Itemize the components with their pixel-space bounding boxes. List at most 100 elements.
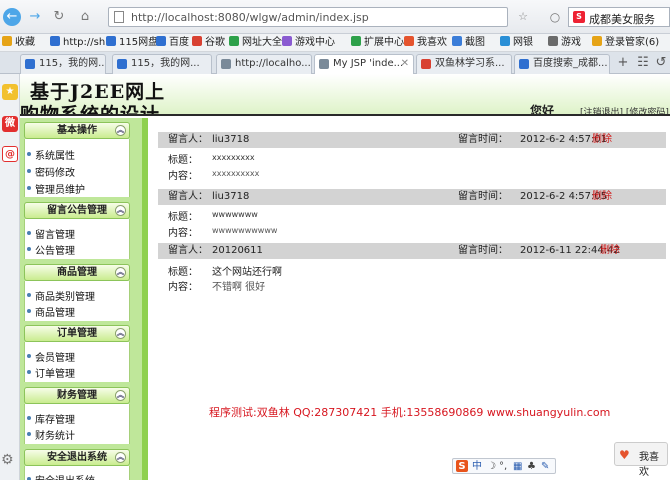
menu-section-messages[interactable]: 留言公告管理 ︽: [24, 202, 130, 219]
menu-section-orders[interactable]: 订单管理 ︽: [24, 325, 130, 342]
mail-icon[interactable]: @: [2, 146, 18, 162]
delete-link[interactable]: 删除: [592, 189, 612, 205]
browser-tab[interactable]: 115，我的网...: [20, 54, 106, 74]
menu-item-logout[interactable]: 安全退出系统: [27, 472, 95, 480]
menu-item-notice-mgmt[interactable]: 公告管理: [27, 242, 75, 257]
address-bar[interactable]: http://localhost:8080/wlgw/admin/index.j…: [108, 7, 508, 27]
menu-section-logout[interactable]: 安全退出系统 ︽: [24, 449, 130, 466]
message-author: 20120611: [212, 245, 263, 256]
menu-section-finance[interactable]: 财务管理 ︽: [24, 387, 130, 404]
menu-body: 库存管理 财务统计: [24, 404, 130, 444]
menu-item-category-mgmt[interactable]: 商品类别管理: [27, 288, 95, 303]
collapse-icon[interactable]: ︽: [115, 205, 126, 216]
menu-item-message-mgmt[interactable]: 留言管理: [27, 226, 75, 241]
bookmark-icon: [106, 36, 116, 46]
bookmark-item[interactable]: 扩展中心: [351, 36, 404, 50]
ime-toolbar[interactable]: S 中 ☽ °, ▦ ♣ ✎: [452, 458, 556, 474]
search-engine-icon: S: [573, 11, 585, 23]
shield-icon[interactable]: ○: [546, 8, 564, 26]
bookmark-item[interactable]: 收藏: [2, 36, 35, 50]
menu-section-basic[interactable]: 基本操作 ︽: [24, 122, 130, 139]
skin-icon[interactable]: ♣: [527, 460, 536, 473]
tab-close-icon[interactable]: ✕: [401, 55, 409, 73]
bookmark-item[interactable]: http://sh: [50, 36, 105, 50]
menu-body: 留言管理 公告管理: [24, 219, 130, 259]
browser-tab[interactable]: 双鱼林学习系...: [416, 54, 512, 74]
message-content: wwwwwwwwww: [212, 226, 278, 235]
menu-item-finance-stats[interactable]: 财务统计: [27, 427, 75, 442]
browser-tab[interactable]: http://localho...: [216, 54, 312, 74]
delete-link[interactable]: 删除: [600, 243, 620, 259]
bookmark-item[interactable]: 115网盘: [106, 36, 158, 50]
welcome-text: 您好: [530, 104, 555, 116]
search-box[interactable]: S 成都美女服务: [568, 7, 670, 27]
browser-tab[interactable]: 115，我的网...: [112, 54, 212, 74]
menu-item-product-mgmt[interactable]: 商品管理: [27, 304, 75, 319]
bookmark-icon: [282, 36, 292, 46]
gear-icon[interactable]: ⚙: [1, 452, 14, 468]
browser-nav-bar: ← → ↻ ⌂ http://localhost:8080/wlgw/admin…: [0, 0, 670, 34]
menu-body: 会员管理 订单管理: [24, 342, 130, 382]
back-icon[interactable]: ←: [3, 8, 21, 26]
bookmark-item[interactable]: 登录管家(6): [592, 36, 659, 50]
browser-tab[interactable]: 百度搜索_成都...: [514, 54, 610, 74]
bookmark-icon: [229, 36, 239, 46]
bookmark-item[interactable]: 网银: [500, 36, 533, 50]
collapse-icon[interactable]: ︽: [115, 125, 126, 136]
collapse-icon[interactable]: ︽: [115, 390, 126, 401]
browser-tab-active[interactable]: My JSP 'inde... ✕: [314, 54, 414, 75]
message-content: 不错啊 很好: [212, 282, 266, 293]
collapse-icon[interactable]: ︽: [115, 452, 126, 463]
bookmark-item[interactable]: 谷歌: [192, 36, 225, 50]
search-input[interactable]: 成都美女服务: [589, 11, 655, 27]
page-icon: [114, 11, 124, 23]
bookmark-item[interactable]: 游戏: [548, 36, 581, 50]
new-tab-icon[interactable]: +: [614, 54, 632, 72]
tab-list-icon[interactable]: ☷: [634, 54, 652, 72]
bookmark-item[interactable]: 百度: [156, 36, 189, 50]
home-icon[interactable]: ⌂: [76, 8, 94, 26]
bookmark-icon: [548, 36, 558, 46]
bookmark-item[interactable]: 我喜欢: [404, 36, 447, 50]
bookmark-item[interactable]: 游戏中心: [282, 36, 335, 50]
collapse-icon[interactable]: ︽: [115, 328, 126, 339]
moon-icon[interactable]: ☽: [487, 460, 496, 473]
keyboard-icon[interactable]: ▦: [513, 460, 522, 473]
footer-credit: 程序测试:双鱼林 QQ:287307421 手机:13558690869 www…: [209, 406, 611, 419]
like-button[interactable]: ♥ 我喜欢: [614, 442, 668, 478]
message-author: liu3718: [212, 134, 250, 145]
undo-close-icon[interactable]: ↺: [652, 54, 670, 72]
heart-icon: ♥: [619, 448, 630, 462]
collapse-icon[interactable]: ︽: [115, 267, 126, 278]
ime-mode[interactable]: 中: [472, 460, 482, 473]
menu-section-products[interactable]: 商品管理 ︽: [24, 264, 130, 281]
star-icon[interactable]: ☆: [514, 8, 532, 26]
header-links[interactable]: [注销退出] [修改密码]: [580, 105, 669, 114]
bookmark-item[interactable]: 网址大全: [229, 36, 282, 50]
menu-item-member-mgmt[interactable]: 会员管理: [27, 349, 75, 364]
bookmark-icon: [351, 36, 361, 46]
menu-item-admins[interactable]: 管理员维护: [27, 181, 85, 196]
like-label: 我喜欢: [639, 452, 659, 478]
forward-icon[interactable]: →: [26, 8, 44, 26]
menu-item-stock-mgmt[interactable]: 库存管理: [27, 411, 75, 426]
menu-item-system-props[interactable]: 系统属性: [27, 147, 75, 162]
menu-item-order-mgmt[interactable]: 订单管理: [27, 365, 75, 380]
menu-item-password[interactable]: 密码修改: [27, 164, 75, 179]
message-header: 留言人： liu3718 留言时间： 2012-6-2 4:57:01 删除: [158, 132, 666, 148]
refresh-icon[interactable]: ↻: [50, 8, 68, 26]
delete-link[interactable]: 删除: [592, 132, 612, 148]
main-content: 留言人： liu3718 留言时间： 2012-6-2 4:57:01 删除 标…: [154, 118, 670, 480]
tools-icon[interactable]: ✎: [541, 460, 549, 473]
bookmark-icon: [404, 36, 414, 46]
tab-favicon-icon: [421, 59, 431, 69]
weibo-icon[interactable]: 微: [2, 116, 18, 132]
menu-body: 系统属性 密码修改 管理员维护: [24, 139, 130, 197]
bookmark-icon: [592, 36, 602, 46]
message-content: xxxxxxxxxx: [212, 169, 260, 178]
tab-favicon-icon: [25, 59, 35, 69]
bookmark-item[interactable]: 截图: [452, 36, 485, 50]
favorite-star-icon[interactable]: ★: [2, 84, 18, 100]
punctuation-icon[interactable]: °,: [499, 460, 507, 473]
ime-logo-icon[interactable]: S: [456, 460, 468, 472]
